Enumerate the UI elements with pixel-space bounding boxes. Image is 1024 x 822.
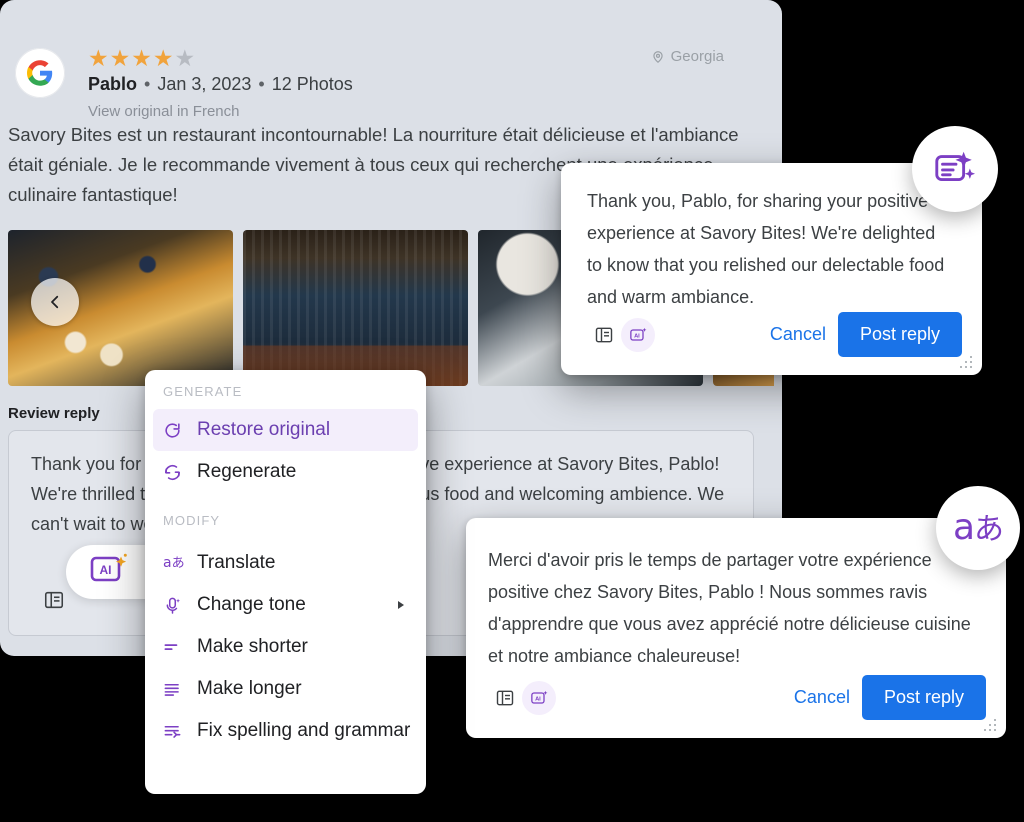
- meta-separator: •: [144, 74, 151, 94]
- star-filled: ★: [109, 45, 132, 71]
- ai-sparkle-icon: AI: [88, 550, 128, 595]
- rating-stars: ★★★★★: [88, 47, 196, 70]
- menu-item-label: Fix spelling and grammar: [197, 720, 411, 741]
- review-photo[interactable]: [243, 230, 468, 386]
- ai-generate-text-icon[interactable]: [912, 126, 998, 212]
- chevron-left-icon: [46, 293, 64, 311]
- menu-item-label: Restore original: [197, 419, 331, 440]
- restore-icon: [163, 419, 189, 441]
- translate-japanese-glyph: あ: [974, 512, 1004, 547]
- ai-reply-text-english: Thank you, Pablo, for sharing your posit…: [587, 191, 945, 307]
- menu-item-make-shorter[interactable]: Make shorter: [153, 626, 418, 668]
- meta-separator: •: [258, 74, 265, 94]
- map-pin-icon: [651, 50, 665, 64]
- cancel-button[interactable]: Cancel: [758, 316, 838, 353]
- menu-item-restore-original[interactable]: Restore original: [153, 409, 418, 451]
- translate-latin-glyph: a: [952, 507, 975, 548]
- menu-item-translate[interactable]: aあ Translate: [153, 542, 418, 584]
- cancel-button[interactable]: Cancel: [782, 679, 862, 716]
- make-longer-icon: [163, 678, 189, 700]
- ai-reply-card-french: Merci d'avoir pris le temps de partager …: [466, 518, 1006, 738]
- google-logo-icon: [15, 48, 65, 98]
- change-tone-icon: [163, 594, 189, 616]
- menu-item-label: Regenerate: [197, 461, 297, 482]
- translate-icon: aあ: [163, 555, 185, 571]
- view-original-link[interactable]: View original in French: [88, 103, 239, 120]
- review-header: ★★★★★ Pablo • Jan 3, 2023 • 12 Photos View o…: [10, 22, 770, 120]
- review-author: Pablo: [88, 74, 138, 94]
- resize-grip-icon[interactable]: [960, 356, 974, 368]
- ai-reply-card-footer: AI Cancel Post reply: [488, 675, 986, 720]
- ai-sparkle-icon[interactable]: AI: [621, 317, 655, 352]
- translate-glyph: aあ: [952, 507, 1004, 548]
- post-reply-button[interactable]: Post reply: [837, 312, 962, 357]
- menu-item-label: Translate: [197, 552, 276, 573]
- text-format-icon[interactable]: [488, 681, 522, 715]
- translate-a-icon[interactable]: aあ: [936, 486, 1020, 570]
- menu-item-fix-spelling-grammar[interactable]: Fix spelling and grammar: [153, 710, 418, 752]
- menu-item-regenerate[interactable]: Regenerate: [153, 451, 418, 493]
- ai-actions-menu: GENERATE Restore original Regenerate MOD…: [145, 370, 426, 794]
- ai-reply-text-french: Merci d'avoir pris le temps de partager …: [488, 550, 971, 666]
- carousel-prev-button[interactable]: [31, 278, 79, 326]
- menu-section-title-modify: MODIFY: [163, 513, 221, 528]
- menu-item-change-tone[interactable]: Change tone: [153, 584, 418, 626]
- review-meta: Pablo • Jan 3, 2023 • 12 Photos: [88, 74, 353, 95]
- star-filled: ★: [152, 45, 175, 71]
- menu-section-title-generate: GENERATE: [163, 384, 243, 399]
- review-location-label: Georgia: [670, 48, 724, 65]
- make-shorter-icon: [163, 636, 189, 658]
- resize-grip-icon[interactable]: [984, 719, 998, 731]
- review-photos-count: 12 Photos: [271, 74, 353, 94]
- ai-reply-card-footer: AI Cancel Post reply: [587, 312, 962, 357]
- ai-reply-card-english: Thank you, Pablo, for sharing your posit…: [561, 163, 982, 375]
- review-location: Georgia: [651, 48, 724, 65]
- svg-text:AI: AI: [100, 563, 112, 577]
- review-date: Jan 3, 2023: [157, 74, 252, 94]
- svg-text:AI: AI: [634, 333, 640, 339]
- star-filled: ★: [131, 45, 153, 71]
- regenerate-icon: [163, 461, 189, 483]
- star-filled: ★: [88, 45, 110, 71]
- menu-item-label: Make longer: [197, 678, 302, 699]
- post-reply-button[interactable]: Post reply: [861, 675, 986, 720]
- review-reply-actions: [37, 583, 71, 617]
- text-format-icon[interactable]: [37, 583, 71, 617]
- menu-item-label: Change tone: [197, 594, 306, 615]
- menu-item-make-longer[interactable]: Make longer: [153, 668, 418, 710]
- text-format-icon[interactable]: [587, 318, 621, 352]
- svg-text:AI: AI: [535, 696, 541, 702]
- menu-item-label: Make shorter: [197, 636, 308, 657]
- ai-sparkle-icon[interactable]: AI: [522, 680, 556, 715]
- spellcheck-icon: [163, 720, 189, 742]
- review-reply-label: Review reply: [8, 405, 100, 422]
- chevron-right-icon: [398, 601, 404, 609]
- star-empty: ★: [174, 45, 197, 71]
